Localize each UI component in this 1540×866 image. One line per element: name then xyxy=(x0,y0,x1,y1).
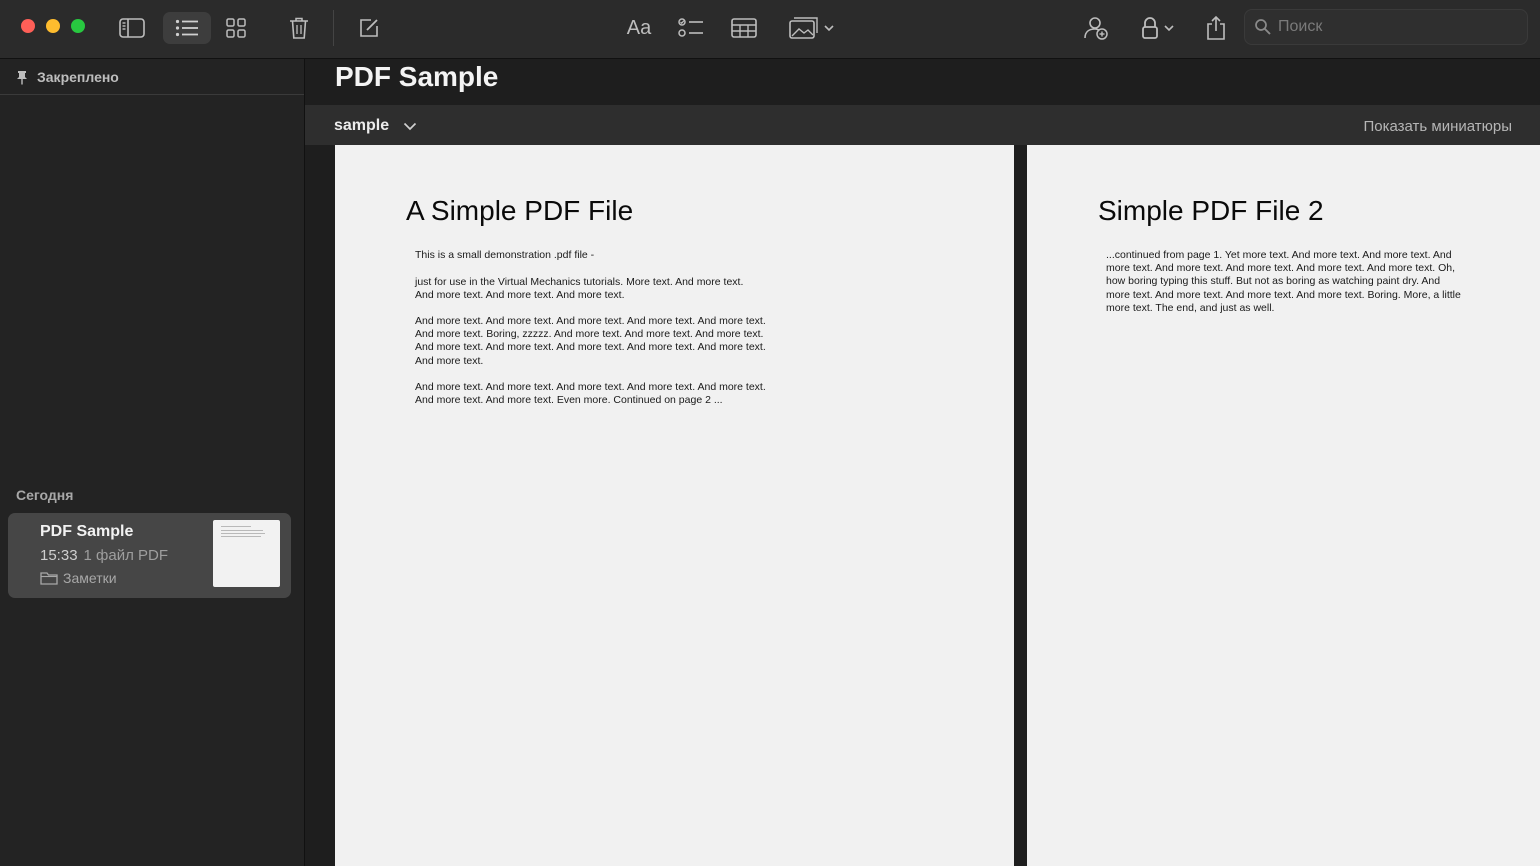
lock-button[interactable] xyxy=(1136,12,1180,44)
photo-icon xyxy=(789,17,818,39)
chevron-down-icon xyxy=(404,122,417,130)
attachment-header: sample Показать миниатюры xyxy=(305,105,1540,145)
collaborate-button[interactable] xyxy=(1081,12,1111,44)
gallery-view-button[interactable] xyxy=(222,12,250,44)
note-folder-label: Заметки xyxy=(63,570,117,586)
new-note-button[interactable] xyxy=(355,12,383,44)
note-time: 15:33 xyxy=(40,547,78,564)
note-meta: 15:33 1 файл PDF xyxy=(40,547,168,564)
search-placeholder: Поиск xyxy=(1278,18,1323,35)
share-button[interactable] xyxy=(1202,12,1230,44)
pinned-label: Закреплено xyxy=(37,69,119,85)
pdf-paragraph: And more text. And more text. And more t… xyxy=(415,381,766,407)
note-folder: Заметки xyxy=(40,570,117,586)
section-divider xyxy=(0,94,304,95)
pdf-paragraph: ...continued from page 1. Yet more text.… xyxy=(1106,249,1461,314)
lock-icon xyxy=(1142,17,1158,39)
pdf-page-title: Simple PDF File 2 xyxy=(1098,195,1324,226)
compose-icon xyxy=(360,19,378,37)
note-editor: PDF Sample sample Показать миниатюры A S… xyxy=(305,59,1540,866)
note-title: PDF Sample xyxy=(40,523,134,540)
pdf-paragraph: And more text. And more text. And more t… xyxy=(415,315,766,367)
chevron-down-icon xyxy=(1164,25,1174,32)
list-view-button[interactable] xyxy=(163,12,211,44)
media-button[interactable] xyxy=(786,12,838,44)
pdf-page-2: Simple PDF File 2 ...continued from page… xyxy=(1027,145,1540,866)
pdf-paragraph: just for use in the Virtual Mechanics tu… xyxy=(415,276,744,302)
note-thumbnail xyxy=(213,520,280,587)
toolbar: Aa Поиск xyxy=(0,0,1540,59)
trash-icon xyxy=(290,17,308,39)
sidebar-toggle-button[interactable] xyxy=(116,12,148,44)
checklist-button[interactable] xyxy=(676,12,706,44)
pdf-paragraph: This is a small demonstration .pdf file … xyxy=(415,249,595,261)
pdf-page-1: A Simple PDF File This is a small demons… xyxy=(335,145,1014,866)
attachment-name: sample xyxy=(334,117,390,134)
list-icon xyxy=(175,19,198,37)
zoom-window-button[interactable] xyxy=(71,19,85,33)
show-thumbnails-button[interactable]: Показать миниатюры xyxy=(1363,118,1512,135)
pin-icon xyxy=(17,70,27,84)
checklist-icon xyxy=(678,18,703,37)
toolbar-divider xyxy=(333,10,334,46)
sidebar-icon xyxy=(119,18,145,38)
table-icon xyxy=(731,18,757,38)
note-heading[interactable]: PDF Sample xyxy=(335,61,498,93)
note-list-item[interactable]: PDF Sample 15:33 1 файл PDF Заметки xyxy=(8,513,291,598)
pinned-section-header: Закреплено xyxy=(16,69,119,85)
minimize-window-button[interactable] xyxy=(46,19,60,33)
format-button[interactable]: Aa xyxy=(622,12,656,44)
today-section-header: Сегодня xyxy=(16,487,74,503)
note-subtitle: 1 файл PDF xyxy=(83,547,169,564)
chevron-down-icon xyxy=(824,25,834,32)
pdf-page-title: A Simple PDF File xyxy=(406,195,634,226)
search-field[interactable]: Поиск xyxy=(1244,9,1528,45)
share-icon xyxy=(1207,15,1225,40)
table-button[interactable] xyxy=(729,12,759,44)
format-label: Aa xyxy=(626,16,652,39)
attachment-name-button[interactable]: sample xyxy=(334,117,417,135)
search-icon xyxy=(1255,19,1271,35)
close-window-button[interactable] xyxy=(21,19,35,33)
grid-icon xyxy=(226,18,246,38)
delete-button[interactable] xyxy=(285,12,313,44)
notes-sidebar: Закреплено Сегодня PDF Sample 15:33 1 фай… xyxy=(0,59,305,866)
collaborate-icon xyxy=(1084,17,1108,40)
folder-icon xyxy=(40,572,58,585)
